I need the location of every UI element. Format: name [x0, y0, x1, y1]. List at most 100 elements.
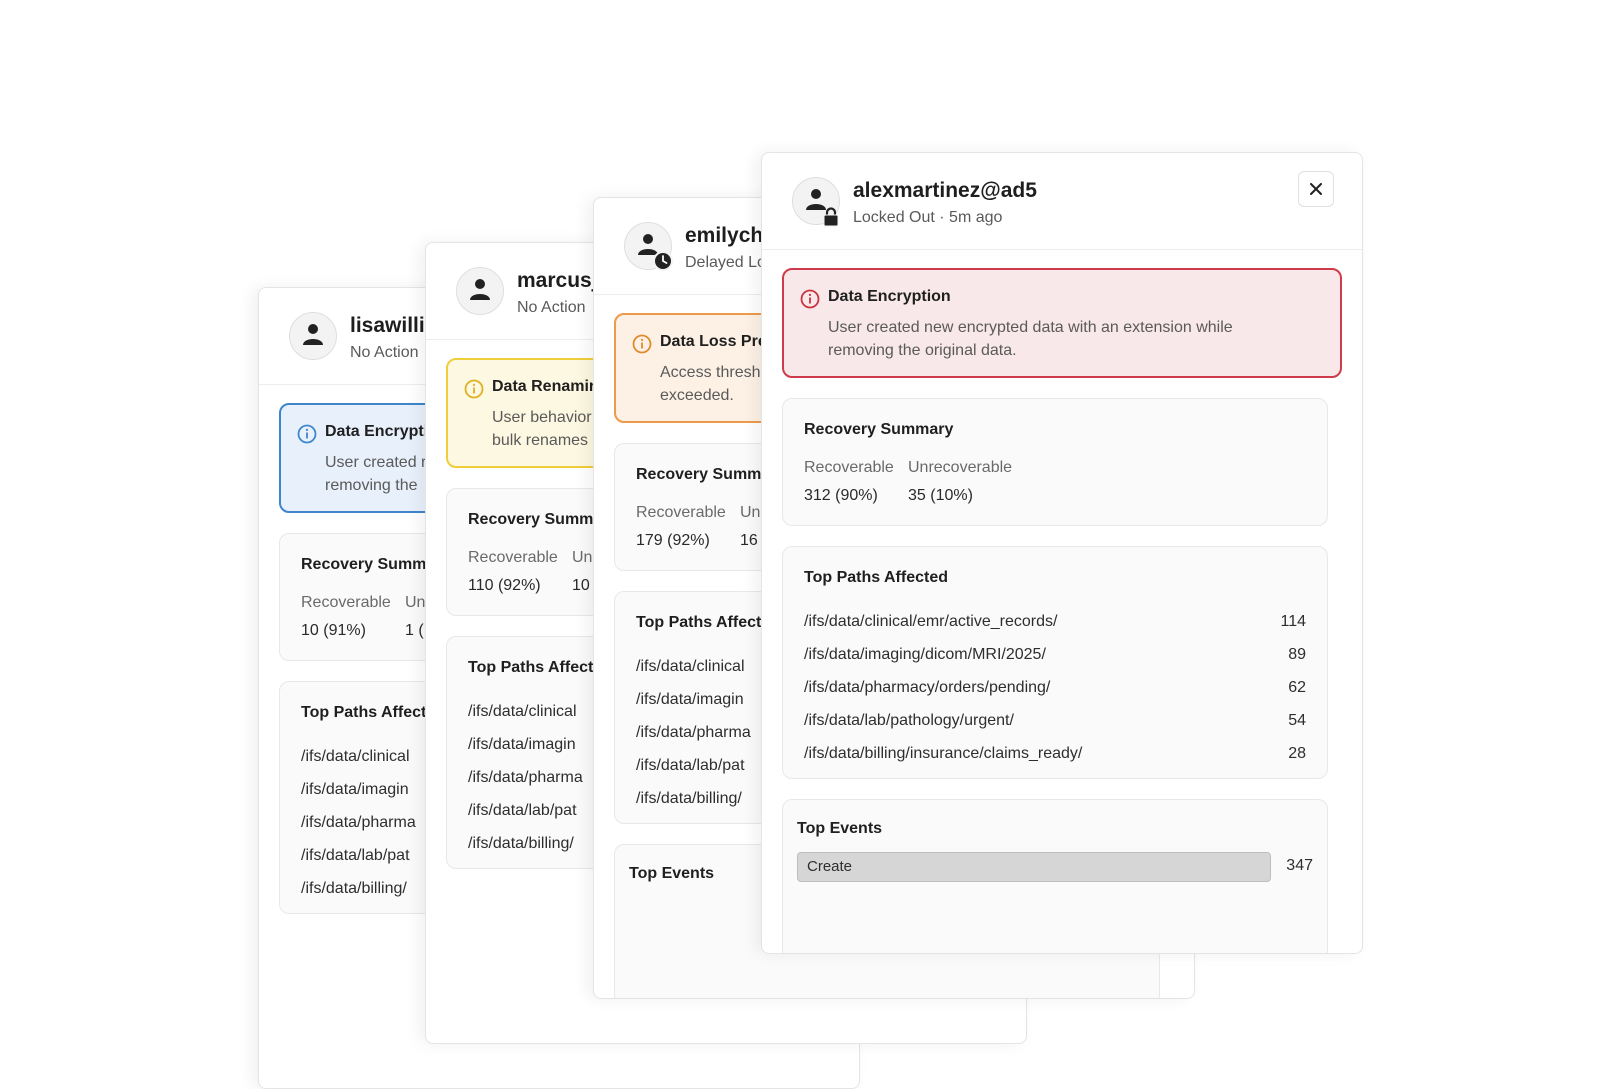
user-status: No Action — [517, 299, 586, 316]
path-text: /ifs/data/billing/ — [301, 880, 407, 897]
path-text: /ifs/data/clinical — [468, 703, 577, 720]
card-header: alexmartinez@ad5 Locked Out · 5m ago — [762, 153, 1362, 250]
path-row[interactable]: /ifs/data/clinical/emr/active_records/11… — [804, 613, 1306, 635]
path-text: /ifs/data/pharmacy/orders/pending/ — [804, 679, 1051, 696]
top-paths-title: Top Paths Affect — [468, 659, 594, 676]
alert-banner: Data Encryption User created new encrypt… — [782, 268, 1342, 378]
unrecoverable-label: Un — [572, 549, 593, 566]
top-paths-title: Top Paths Affected — [804, 569, 949, 586]
info-icon — [464, 379, 484, 399]
recovery-summary-title: Recovery Summ — [468, 511, 594, 528]
recoverable-label: Recoverable — [804, 459, 894, 476]
close-icon — [1310, 183, 1322, 195]
user-avatar-icon — [289, 312, 337, 360]
username: marcusj — [517, 269, 598, 292]
top-paths-title: Top Paths Affect — [301, 704, 427, 721]
recoverable-stat: Recoverable 10 (91%) — [301, 594, 391, 640]
user-icon — [470, 279, 490, 300]
event-label: Create — [807, 858, 853, 875]
event-row[interactable]: Create 347 — [797, 852, 1313, 882]
top-paths-title: Top Paths Affect — [636, 614, 762, 631]
user-status: Locked Out · 5m ago — [853, 209, 1003, 226]
username: emilych — [685, 224, 764, 247]
top-events-title: Top Events — [629, 865, 715, 882]
user-avatar-icon — [624, 222, 673, 271]
info-icon — [800, 289, 820, 309]
user-card-alexmartinez: alexmartinez@ad5 Locked Out · 5m ago Dat… — [761, 152, 1363, 954]
unrecoverable-value: 1 ( — [405, 622, 424, 639]
user-icon — [303, 324, 323, 345]
recoverable-stat: Recoverable 312 (90%) — [804, 459, 894, 505]
path-text: /ifs/data/imagin — [301, 781, 409, 798]
recoverable-stat: Recoverable 179 (92%) — [636, 504, 726, 550]
alert-title: Data Encryption — [828, 288, 951, 305]
recoverable-stat: Recoverable 110 (92%) — [468, 549, 558, 595]
user-avatar-icon — [792, 177, 840, 227]
unrecoverable-value: 10 — [572, 577, 590, 594]
path-row[interactable]: /ifs/data/lab/pathology/urgent/54 — [804, 712, 1306, 734]
recoverable-value: 312 (90%) — [804, 487, 878, 504]
recoverable-value: 110 (92%) — [468, 577, 541, 594]
user-avatar-icon — [456, 267, 504, 315]
path-row[interactable]: /ifs/data/billing/insurance/claims_ready… — [804, 745, 1306, 767]
user-status: No Action — [350, 344, 419, 361]
path-text: /ifs/data/imaging/dicom/MRI/2025/ — [804, 646, 1046, 663]
unrecoverable-label: Un — [740, 504, 761, 521]
path-text: /ifs/data/clinical — [636, 658, 745, 675]
path-text: /ifs/data/imagin — [468, 736, 576, 753]
unrecoverable-stat: Unrecoverable 35 (10%) — [908, 459, 1012, 505]
event-bar-fill — [797, 852, 1271, 882]
alert-text: User created new encrypted data with an … — [828, 319, 1233, 359]
path-text: /ifs/data/lab/pat — [301, 847, 410, 864]
path-row[interactable]: /ifs/data/imaging/dicom/MRI/2025/89 — [804, 646, 1306, 668]
event-bar-track: Create — [797, 852, 1271, 882]
top-events-title: Top Events — [797, 820, 883, 837]
alert-text: Access thresh exceeded. — [660, 364, 761, 404]
path-text: /ifs/data/pharma — [636, 724, 751, 741]
path-count: 114 — [1280, 613, 1306, 630]
unrecoverable-stat: Un 10 — [572, 549, 592, 595]
path-text: /ifs/data/billing/ — [468, 835, 574, 852]
unrecoverable-label: Unrecoverable — [908, 459, 1013, 476]
event-count: 347 — [1286, 857, 1313, 874]
top-events: Top Events Create 347 — [782, 799, 1328, 953]
alert-title: Data Renamir — [492, 378, 596, 395]
path-text: /ifs/data/billing/ — [636, 790, 742, 807]
username: lisawilli — [350, 314, 425, 337]
unrecoverable-label: Un — [405, 594, 426, 611]
info-icon — [297, 424, 317, 444]
recoverable-value: 179 (92%) — [636, 532, 710, 549]
unrecoverable-stat: Un 16 — [740, 504, 760, 550]
path-text: /ifs/data/imagin — [636, 691, 744, 708]
path-text: /ifs/data/lab/pat — [636, 757, 745, 774]
unrecoverable-value: 16 — [740, 532, 758, 549]
alert-title: Data Loss Pre — [660, 333, 767, 350]
lock-icon — [823, 207, 839, 227]
alert-title: Data Encrypti — [325, 423, 429, 440]
path-text: /ifs/data/lab/pathology/urgent/ — [804, 712, 1014, 729]
clock-icon — [653, 251, 673, 271]
recovery-summary: Recovery Summary Recoverable 312 (90%) U… — [782, 398, 1328, 526]
path-count: 89 — [1288, 646, 1306, 663]
path-count: 54 — [1288, 712, 1306, 729]
path-text: /ifs/data/clinical — [301, 748, 410, 765]
path-text: /ifs/data/clinical/emr/active_records/ — [804, 613, 1058, 630]
recoverable-label: Recoverable — [636, 504, 726, 521]
recovery-summary-title: Recovery Summary — [804, 421, 954, 438]
unrecoverable-value: 35 (10%) — [908, 487, 973, 504]
recoverable-label: Recoverable — [468, 549, 558, 566]
recoverable-value: 10 (91%) — [301, 622, 366, 639]
path-text: /ifs/data/pharma — [468, 769, 583, 786]
recoverable-label: Recoverable — [301, 594, 391, 611]
recovery-summary-title: Recovery Summ — [636, 466, 762, 483]
top-paths: Top Paths Affected /ifs/data/clinical/em… — [782, 546, 1328, 779]
path-row[interactable]: /ifs/data/pharmacy/orders/pending/62 — [804, 679, 1306, 701]
path-text: /ifs/data/billing/insurance/claims_ready… — [804, 745, 1083, 762]
path-count: 28 — [1288, 745, 1306, 762]
path-text: /ifs/data/pharma — [301, 814, 416, 831]
path-text: /ifs/data/lab/pat — [468, 802, 577, 819]
unrecoverable-stat: Un 1 ( — [405, 594, 425, 640]
user-status: Delayed Lo — [685, 254, 766, 271]
close-button[interactable] — [1298, 171, 1334, 207]
recovery-summary-title: Recovery Summ — [301, 556, 427, 573]
